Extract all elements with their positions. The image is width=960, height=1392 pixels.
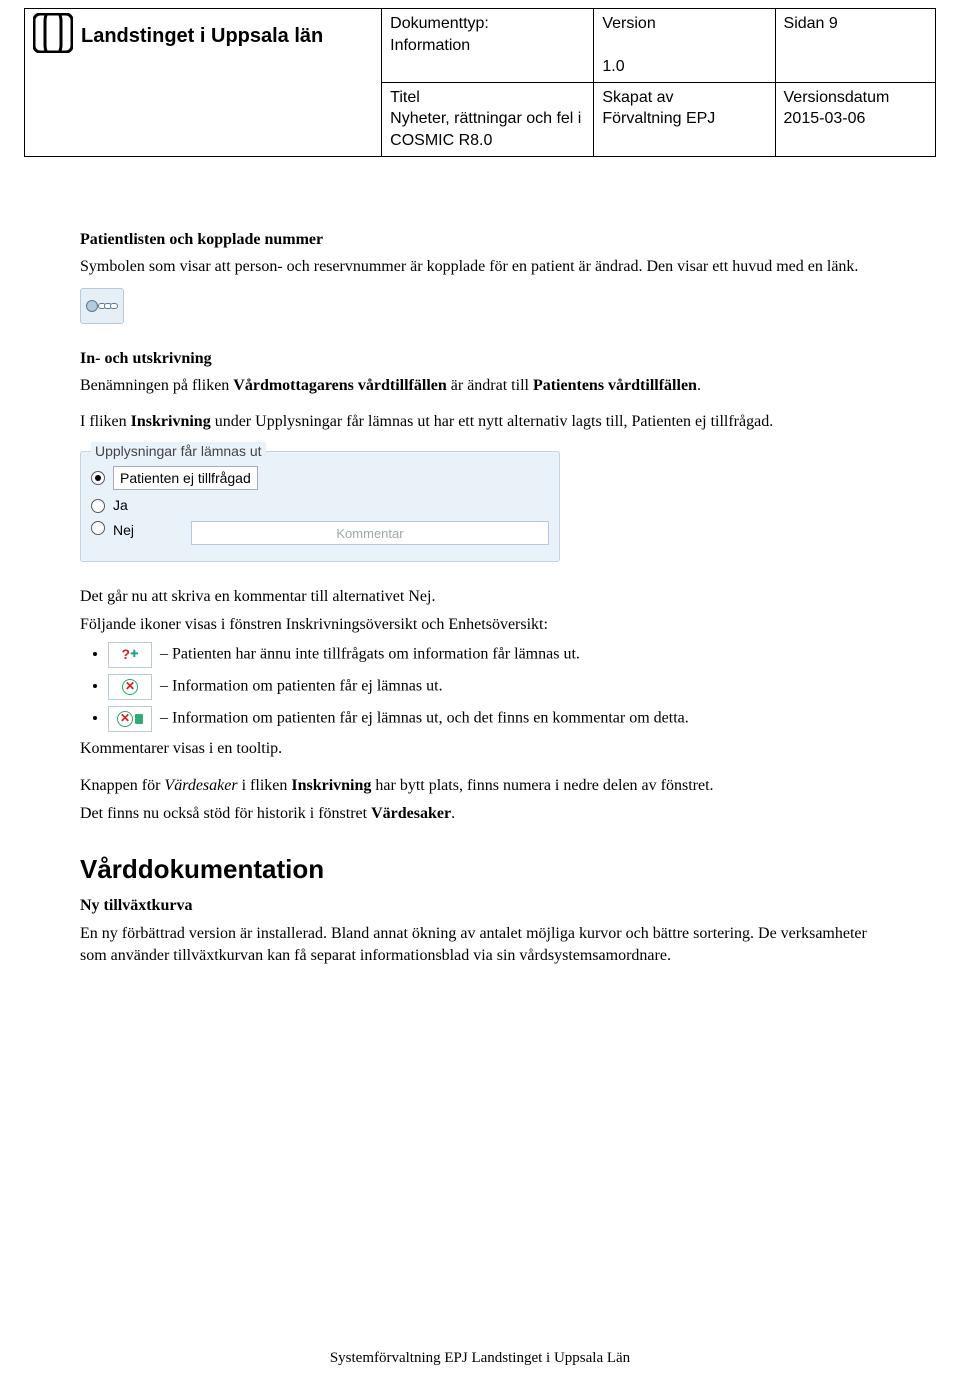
logo-cell: Landstinget i Uppsala län: [25, 9, 382, 157]
page-cell: Sidan 9: [775, 9, 935, 83]
doc-type-label: Dokumenttyp:: [390, 15, 489, 32]
no-info-icon: ✕: [108, 674, 152, 700]
radio-label: Ja: [113, 496, 128, 515]
title-label: Titel: [390, 89, 420, 106]
document-body: Patientlisten och kopplade nummer Symbol…: [0, 157, 960, 967]
radio-icon: [91, 471, 105, 485]
version-label: Version: [602, 15, 655, 32]
paragraph: Benämningen på fliken Vårdmottagarens vå…: [80, 375, 880, 397]
version-date-label: Versionsdatum: [784, 89, 890, 106]
paragraph: En ny förbättrad version är installerad.…: [80, 923, 880, 966]
upplysningar-panel: Upplysningar får lämnas ut Patienten ej …: [80, 451, 560, 563]
footer: Systemförvaltning EPJ Landstinget i Upps…: [0, 1348, 960, 1368]
section-growth-curve: Ny tillväxtkurva En ny förbättrad versio…: [80, 895, 880, 966]
list-item: ✕ – Information om patienten får ej lämn…: [108, 706, 880, 732]
document-header: Landstinget i Uppsala län Dokumenttyp: I…: [0, 0, 960, 157]
paragraph: I fliken Inskrivning under Upplysningar …: [80, 411, 880, 433]
version-date-value: 2015-03-06: [784, 110, 866, 127]
title-value: Nyheter, rättningar och fel i COSMIC R8.…: [390, 110, 581, 149]
header-table: Landstinget i Uppsala län Dokumenttyp: I…: [24, 8, 936, 157]
radio-label: Nej: [113, 521, 153, 545]
list-item: ✕ – Information om patienten får ej lämn…: [108, 674, 880, 700]
paragraph: Knappen för Värdesaker i fliken Inskrivn…: [80, 775, 880, 797]
org-name: Landstinget i Uppsala län: [81, 23, 323, 50]
heading-varddokumentation: Vårddokumentation: [80, 852, 880, 887]
radio-option-not-asked[interactable]: Patienten ej tillfrågad: [91, 466, 549, 491]
icon-list: ?✚ – Patienten har ännu inte tillfrågats…: [108, 642, 880, 732]
doc-type-cell: Dokumenttyp: Information: [382, 9, 594, 83]
paragraph: Kommentarer visas i en tooltip.: [80, 738, 880, 760]
created-by-cell: Skapat av Förvaltning EPJ: [594, 82, 775, 156]
radio-option-yes[interactable]: Ja: [91, 496, 549, 515]
radio-option-no[interactable]: Nej Kommentar: [91, 521, 549, 545]
page-label: Sidan 9: [784, 15, 838, 32]
logo-icon: [33, 13, 73, 60]
section-in-out: In- och utskrivning Benämningen på flike…: [80, 348, 880, 563]
section-title: Patientlisten och kopplade nummer: [80, 231, 323, 248]
radio-label: Patienten ej tillfrågad: [113, 466, 258, 491]
version-date-cell: Versionsdatum 2015-03-06: [775, 82, 935, 156]
version-value: 1.0: [602, 58, 624, 75]
section-title: In- och utskrivning: [80, 350, 212, 367]
title-cell: Titel Nyheter, rättningar och fel i COSM…: [382, 82, 594, 156]
doc-type-value: Information: [390, 37, 470, 54]
radio-icon: [91, 499, 105, 513]
radio-icon: [91, 521, 105, 535]
section-title: Ny tillväxtkurva: [80, 897, 192, 914]
created-by-value: Förvaltning EPJ: [602, 110, 715, 127]
section-patientlist: Patientlisten och kopplade nummer Symbol…: [80, 229, 880, 324]
paragraph: Det går nu att skriva en kommentar till …: [80, 586, 880, 608]
comment-input[interactable]: Kommentar: [191, 521, 549, 545]
list-item: ?✚ – Patienten har ännu inte tillfrågats…: [108, 642, 880, 668]
version-cell: Version 1.0: [594, 9, 775, 83]
paragraph: Det finns nu också stöd för historik i f…: [80, 803, 880, 825]
created-by-label: Skapat av: [602, 89, 673, 106]
not-asked-icon: ?✚: [108, 642, 152, 668]
section-comment-icons: Det går nu att skriva en kommentar till …: [80, 586, 880, 824]
paragraph: Följande ikoner visas i fönstren Inskriv…: [80, 614, 880, 636]
linked-person-icon: [80, 288, 124, 324]
paragraph: Symbolen som visar att person- och reser…: [80, 256, 880, 278]
no-info-comment-icon: ✕: [108, 706, 152, 732]
panel-legend: Upplysningar får lämnas ut: [91, 442, 266, 461]
